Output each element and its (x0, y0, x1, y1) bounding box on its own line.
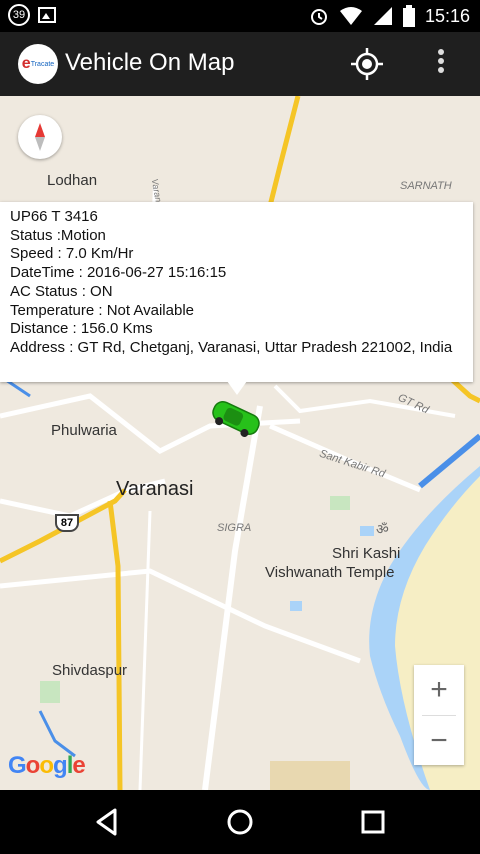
app-logo: e Tracate (18, 44, 58, 84)
car-marker-icon[interactable] (208, 398, 264, 438)
overflow-menu-icon[interactable] (437, 46, 445, 78)
place-vishwanath-temple: Vishwanath Temple (265, 564, 395, 581)
info-window-pointer (227, 381, 247, 395)
zoom-controls: + − (414, 665, 464, 765)
compass-button[interactable] (18, 115, 62, 159)
wifi-icon (339, 7, 362, 25)
signal-icon (373, 7, 392, 25)
battery-icon (402, 5, 415, 27)
back-icon[interactable] (90, 806, 124, 838)
place-phulwaria: Phulwaria (51, 422, 117, 439)
navigation-bar (0, 790, 480, 854)
clock: 15:16 (424, 5, 470, 26)
status-bar: 39 15:16 (0, 0, 480, 32)
vehicle-distance: Distance : 156.0 Kms (10, 320, 153, 338)
home-icon[interactable] (223, 806, 257, 838)
map-background (0, 96, 480, 790)
place-sarnath: SARNATH (400, 180, 452, 192)
google-letter-g2: g (53, 752, 68, 779)
map-view[interactable]: Lodhan SARNATH Varanasi UP66 T 3416 Stat… (0, 96, 480, 790)
page-title: Vehicle On Map (65, 49, 235, 76)
app-bar: e Tracate Vehicle On Map (0, 32, 480, 96)
vehicle-datetime: DateTime : 2016-06-27 15:16:15 (10, 264, 227, 282)
gallery-icon (38, 7, 56, 23)
overflow-dot (438, 58, 444, 64)
route-87-shield: 87 (55, 514, 79, 532)
zoom-in-button[interactable]: + (414, 665, 464, 715)
place-lodhan: Lodhan (47, 172, 98, 189)
vehicle-speed: Speed : 7.0 Km/Hr (10, 245, 134, 263)
google-letter-g: G (8, 752, 27, 779)
vehicle-info-window: UP66 T 3416 Status :Motion Speed : 7.0 K… (0, 202, 473, 382)
locate-icon[interactable] (350, 47, 384, 81)
place-varanasi: Varanasi (116, 478, 194, 500)
google-letter-e: e (72, 752, 85, 779)
logo-subtext: Tracate (30, 60, 55, 68)
compass-icon (35, 123, 45, 151)
logo-letter: e (21, 55, 31, 72)
route-87-label: 87 (60, 517, 74, 529)
place-shri-kashi: Shri Kashi (332, 545, 401, 562)
place-sigra: SIGRA (217, 522, 252, 534)
vehicle-status: Status :Motion (10, 226, 106, 244)
status-left: 39 (8, 4, 56, 26)
recents-icon[interactable] (356, 806, 390, 838)
vehicle-number: UP66 T 3416 (10, 208, 98, 225)
vehicle-address: Address : GT Rd, Chetganj, Varanasi, Utt… (10, 338, 453, 356)
overflow-dot (438, 67, 444, 73)
vehicle-ac-status: AC Status : ON (10, 282, 113, 300)
status-right: 15:16 (309, 0, 470, 32)
google-letter-o1: o (25, 752, 41, 779)
zoom-out-button[interactable]: − (414, 716, 464, 766)
vehicle-temperature: Temperature : Not Available (10, 301, 194, 319)
notification-badge-icon: 39 (8, 4, 30, 26)
google-logo: Google (8, 752, 86, 780)
place-shivdaspur: Shivdaspur (52, 662, 128, 679)
google-letter-o2: o (39, 752, 54, 779)
alarm-icon (310, 9, 327, 25)
overflow-dot (438, 49, 444, 55)
temple-om-icon: ॐ (376, 521, 389, 537)
